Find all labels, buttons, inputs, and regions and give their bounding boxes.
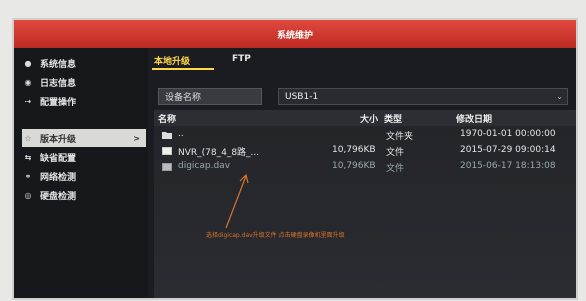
log-icon: ◉ <box>24 77 32 87</box>
main-panel: 本地升级 FTP 设备名称 USB1-1 ⌄ 名称 大小 类型 修改日期 .. … <box>148 48 576 298</box>
disk-icon: ◎ <box>24 190 32 200</box>
upgrade-icon: ☆ <box>24 133 32 143</box>
sidebar-item-label: 硬盘检测 <box>40 191 77 202</box>
sidebar-item-version-upgrade[interactable]: ☆ 版本升级 > <box>22 129 146 147</box>
sidebar-item-label: 配置操作 <box>40 97 77 108</box>
info-dot-icon: ● <box>24 58 32 68</box>
sidebar-item-log-info[interactable]: ◉ 日志信息 <box>22 73 146 91</box>
annotation-note: 选择digicap.dav升级文件 点击硬盘录像机里面升级 <box>206 232 345 239</box>
sidebar-item-label: 网络检测 <box>40 172 77 183</box>
sidebar-item-default-config[interactable]: ⇆ 缺省配置 <box>22 148 146 166</box>
sidebar-item-label: 版本升级 <box>40 134 77 145</box>
sidebar-item-label: 日志信息 <box>40 78 77 89</box>
config-icon: ⇢ <box>24 96 32 106</box>
sidebar-item-label: 系统信息 <box>40 59 77 70</box>
window-title: 系统维护 <box>14 20 576 48</box>
annotation-arrow <box>225 173 249 229</box>
chevron-right-icon: > <box>133 133 140 143</box>
sidebar-item-config-ops[interactable]: ⇢ 配置操作 <box>22 92 146 110</box>
sidebar-item-disk-test[interactable]: ◎ 硬盘检测 <box>22 186 146 204</box>
network-icon: ⚭ <box>24 171 32 181</box>
monitor-screen: 系统维护 ● 系统信息 ◉ 日志信息 ⇢ 配置操作 ☆ 版本升级 > ⇆ 缺省配… <box>14 20 576 298</box>
sidebar: ● 系统信息 ◉ 日志信息 ⇢ 配置操作 ☆ 版本升级 > ⇆ 缺省配置 ⚭ 网… <box>14 48 148 298</box>
sidebar-item-network-test[interactable]: ⚭ 网络检测 <box>22 167 146 185</box>
sidebar-item-system-info[interactable]: ● 系统信息 <box>22 54 146 72</box>
default-icon: ⇆ <box>24 152 32 162</box>
sidebar-item-label: 缺省配置 <box>40 153 77 164</box>
